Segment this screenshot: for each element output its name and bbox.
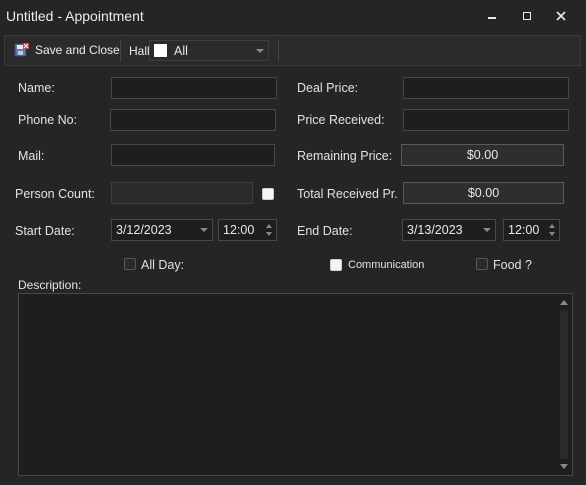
communication-checkbox[interactable] (330, 259, 342, 271)
mail-input[interactable] (111, 144, 275, 166)
deal-price-label: Deal Price: (297, 81, 359, 95)
hall-color-swatch (154, 44, 167, 57)
start-date-label: Start Date: (15, 224, 75, 238)
mail-label: Mail: (18, 149, 45, 163)
remaining-price-label: Remaining Price: (297, 149, 393, 163)
deal-price-input[interactable] (403, 77, 569, 99)
person-count-checkbox[interactable] (262, 188, 274, 200)
communication-label: Communication (348, 259, 425, 271)
save-close-icon (14, 43, 29, 57)
chevron-down-icon (483, 228, 491, 232)
close-icon (556, 11, 566, 21)
save-and-close-label: Save and Close (35, 43, 120, 57)
all-day-label: All Day: (141, 258, 185, 272)
name-label: Name: (18, 81, 55, 95)
chevron-down-icon (256, 49, 264, 53)
scroll-up-icon[interactable] (560, 299, 568, 305)
window-title: Untitled - Appointment (6, 8, 144, 24)
spin-up-icon[interactable] (549, 224, 555, 228)
spin-up-icon[interactable] (266, 224, 272, 228)
spin-down-icon[interactable] (549, 232, 555, 236)
price-received-input[interactable] (403, 109, 569, 131)
person-count-input[interactable] (111, 182, 253, 204)
minimize-button[interactable] (481, 6, 503, 26)
scrollbar-track[interactable] (560, 310, 568, 459)
start-date-picker[interactable]: 3/12/2023 (111, 219, 213, 241)
toolbar-separator (120, 39, 121, 62)
save-and-close-button[interactable]: Save and Close (14, 42, 120, 58)
total-received-label: Total Received Pr. (297, 187, 398, 201)
start-time-value: 12:00 (223, 223, 255, 237)
description-scrollbar[interactable] (556, 294, 572, 475)
description-textarea[interactable] (18, 293, 573, 476)
end-date-label: End Date: (297, 224, 353, 238)
person-count-label: Person Count: (15, 187, 95, 201)
hall-label: Hall (129, 44, 150, 58)
spin-down-icon[interactable] (266, 232, 272, 236)
end-date-picker[interactable]: 3/13/2023 (402, 219, 496, 241)
description-label: Description: (18, 278, 82, 292)
end-time-spinner[interactable]: 12:00 (503, 219, 560, 241)
maximize-icon (523, 12, 531, 20)
close-button[interactable] (550, 6, 572, 26)
end-time-value: 12:00 (508, 223, 540, 237)
price-received-label: Price Received: (297, 113, 385, 127)
total-received-value: $0.00 (403, 182, 564, 204)
remaining-price-value: $0.00 (401, 144, 564, 166)
food-label: Food ? (493, 258, 532, 272)
end-date-value: 3/13/2023 (407, 223, 463, 237)
hall-select[interactable]: All (149, 40, 269, 61)
phone-input[interactable] (110, 109, 276, 131)
scroll-down-icon[interactable] (560, 464, 568, 470)
name-input[interactable] (111, 77, 277, 99)
toolbar-separator (278, 39, 279, 62)
phone-label: Phone No: (18, 113, 78, 127)
food-checkbox[interactable] (476, 258, 488, 270)
hall-select-value: All (174, 43, 188, 58)
start-time-spinner[interactable]: 12:00 (218, 219, 277, 241)
chevron-down-icon (200, 228, 208, 232)
start-date-value: 3/12/2023 (116, 223, 172, 237)
description-text (19, 294, 572, 302)
all-day-checkbox[interactable] (124, 258, 136, 270)
minimize-icon (488, 17, 496, 19)
maximize-button[interactable] (516, 6, 538, 26)
